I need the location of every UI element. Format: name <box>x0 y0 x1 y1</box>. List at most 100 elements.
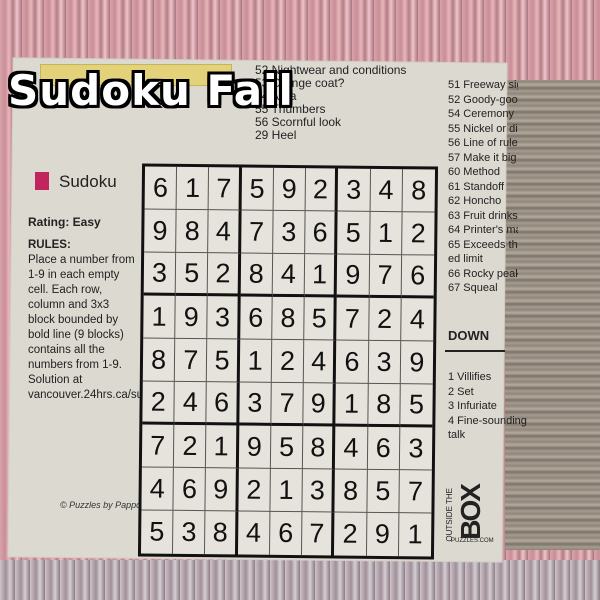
meme-caption: Sudoku Fail <box>8 66 294 115</box>
grid-cell: 4 <box>272 253 306 298</box>
clue-item: talk <box>448 429 466 441</box>
logo-small-text: OUTSIDE THE <box>445 488 454 542</box>
grid-cell: 8 <box>142 338 176 382</box>
grid-cell: 1 <box>335 383 369 427</box>
grid-cell: 2 <box>238 468 271 512</box>
grid-cell: 6 <box>144 166 178 210</box>
grid-cell: 8 <box>302 426 336 470</box>
grid-cell: 6 <box>336 340 369 384</box>
grid-cell: 3 <box>173 510 206 555</box>
grid-cell: 4 <box>208 210 242 254</box>
grid-cell: 9 <box>238 425 272 469</box>
clues-down-list: 1 Villifies 2 Set 3 Infuriate 4 Fine-soundi… <box>448 370 527 443</box>
grid-cell: 6 <box>206 382 240 426</box>
clue-item: 52 Goody-goody <box>448 93 518 106</box>
down-divider <box>445 350 505 352</box>
grid-cell: 1 <box>369 211 403 256</box>
clue-item: 67 Squeal <box>448 282 498 294</box>
grid-cell: 3 <box>337 168 371 212</box>
grid-cell: 7 <box>240 210 274 254</box>
sudoku-heading: Sudoku <box>35 172 117 192</box>
logo-big-text: BOX <box>455 485 486 540</box>
grid-cell: 2 <box>401 212 435 256</box>
grid-cell: 8 <box>272 296 305 341</box>
grid-cell: 3 <box>302 469 336 513</box>
grid-cell: 2 <box>142 381 175 425</box>
grid-cell: 6 <box>173 467 207 512</box>
grid-cell: 5 <box>207 339 240 383</box>
grid-cell: 9 <box>205 468 239 512</box>
clue-item: 63 Fruit drinks <box>448 209 518 222</box>
grid-cell: 4 <box>141 467 175 511</box>
grid-cell: 2 <box>368 297 402 342</box>
grid-cell: 8 <box>176 209 210 254</box>
grid-cell: 9 <box>337 254 370 298</box>
grid-cell: 7 <box>302 512 335 556</box>
grid-cell: 9 <box>144 209 177 253</box>
grid-cell: 2 <box>305 168 339 212</box>
grid-cell: 1 <box>407 519 423 550</box>
grid-cell: 1 <box>270 468 303 513</box>
grid-cell: 5 <box>366 469 400 514</box>
grid-cell: 3 <box>368 340 401 385</box>
grid-cell: 3 <box>143 252 177 296</box>
clue-item: ed limit <box>448 253 483 265</box>
grid-cell: 8 <box>205 511 239 555</box>
grid-cell: 5 <box>400 384 433 428</box>
grid-cell: 3 <box>399 427 433 471</box>
grid-cell: 3 <box>207 296 241 340</box>
clues-right-list: 51 Freeway sign 52 Goody-goody 54 Ceremony… <box>448 78 518 296</box>
grid-cell: 6 <box>401 255 435 299</box>
grid-cell: 3 <box>273 210 306 255</box>
clue-item: 4 Fine-sounding <box>448 414 527 427</box>
grid-cell: 5 <box>304 297 338 341</box>
clue-item: 64 Printer's mark <box>448 224 518 236</box>
logo-url: PUZZLES.COM <box>451 538 494 544</box>
grid-cell: 5 <box>270 425 304 470</box>
clue-item: 61 Standoff <box>448 180 505 193</box>
grid-cell: 6 <box>269 511 303 556</box>
grid-cell: 3 <box>238 382 272 426</box>
clue-item: 62 Honcho <box>448 195 502 207</box>
clue-item: 3 Infuriate <box>448 400 497 412</box>
grid-cell: 7 <box>141 424 175 468</box>
grid-cell: 9 <box>303 383 337 427</box>
grid-cell: 9 <box>273 167 307 212</box>
grid-cell: 4 <box>303 340 337 384</box>
grid-cell: 7 <box>209 167 242 211</box>
grid-cell: 5 <box>140 510 174 554</box>
grid-cell: 4 <box>174 381 208 426</box>
grid-cell: 6 <box>367 426 401 471</box>
grid-cell: 4 <box>400 298 434 342</box>
grid-cell: 6 <box>239 296 273 340</box>
grid-cell: 6 <box>305 211 338 255</box>
grid-cell: 7 <box>399 470 432 514</box>
grid-cell: 4 <box>370 168 403 213</box>
clue-item: 54 Ceremony <box>448 108 515 120</box>
grid-cell: 1 <box>304 254 338 298</box>
clue-item: 56 Line of rules <box>448 137 518 149</box>
bottom-background-glitch <box>0 560 600 600</box>
grid-cell: 2 <box>208 253 241 297</box>
grid-cell: 8 <box>240 253 274 297</box>
sudoku-title: Sudoku <box>59 172 117 191</box>
clue-item: 55 Nickel or dime <box>448 122 518 135</box>
grid-cell: 9 <box>175 295 209 340</box>
grid-cell: 8 <box>367 383 401 428</box>
grid-cell: 8 <box>402 169 436 213</box>
grid-cell: 1 <box>143 295 176 339</box>
grid-cell: 7 <box>271 382 304 427</box>
grid-cell: 5 <box>337 211 371 255</box>
grid-cell: 1 <box>239 339 273 383</box>
clue-item: 60 Method <box>448 166 500 178</box>
grid-cell: 1 <box>176 166 210 211</box>
down-heading: DOWN <box>448 328 490 343</box>
grid-cell: 7 <box>336 297 370 341</box>
clue-item: 66 Rocky peak <box>448 267 518 280</box>
grid-cell: 8 <box>334 469 368 513</box>
sudoku-grid: 6175923489847365123528419761936857248751… <box>137 163 439 560</box>
clue-item: 29 Heel <box>255 128 297 142</box>
grid-cell: 1 <box>206 425 239 469</box>
clue-item: 1 Villifies <box>448 371 492 383</box>
grid-cell: 7 <box>369 254 402 299</box>
